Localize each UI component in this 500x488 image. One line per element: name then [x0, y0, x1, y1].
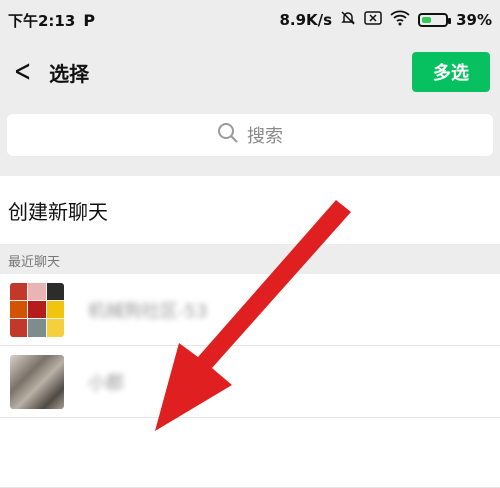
battery-charging-icon	[418, 13, 452, 27]
multi-select-button[interactable]: 多选	[412, 52, 490, 92]
list-item[interactable]	[0, 418, 500, 488]
page-title: 选择	[49, 61, 90, 86]
search-placeholder: 搜索	[247, 126, 283, 147]
search-input[interactable]: 搜索	[7, 114, 493, 156]
list-item[interactable]: 机械狗社区-53	[0, 274, 500, 346]
create-new-chat-button[interactable]: 创建新聊天	[0, 176, 500, 244]
chat-name: 小郡	[88, 372, 124, 394]
chat-name: 机械狗社区-53	[88, 300, 208, 322]
create-new-chat-label: 创建新聊天	[8, 199, 108, 224]
status-time: 下午2:13	[8, 11, 76, 30]
chevron-left-icon[interactable]: <	[14, 57, 32, 87]
battery-percent: 39%	[456, 11, 492, 29]
recent-chat-list: 机械狗社区-53 小郡	[0, 274, 500, 488]
p-icon: P	[83, 10, 96, 30]
user-avatar	[10, 354, 64, 409]
wifi-icon	[390, 10, 410, 30]
bell-off-icon	[340, 10, 356, 30]
search-icon	[217, 122, 239, 149]
recent-chats-header: 最近聊天	[0, 246, 500, 274]
title-bar: < 选择 多选	[0, 40, 500, 104]
group-avatar	[10, 282, 64, 337]
status-bar: 下午2:13 P 8.9K/s 39%	[0, 0, 500, 40]
list-item[interactable]: 小郡	[0, 346, 500, 418]
network-speed: 8.9K/s	[279, 11, 333, 29]
sim-x-icon	[364, 10, 382, 30]
